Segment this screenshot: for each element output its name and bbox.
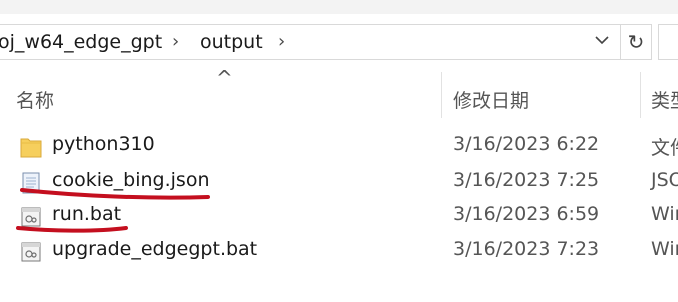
column-header-name[interactable]: 名称 [16, 86, 54, 113]
refresh-icon: ↻ [627, 30, 645, 54]
search-input[interactable] [658, 24, 678, 60]
file-name: run.bat [52, 203, 122, 225]
file-row[interactable]: run.bat 3/16/2023 6:59 Win [0, 199, 678, 233]
file-row[interactable]: python310 3/16/2023 6:22 文件 [0, 129, 678, 163]
bat-file-icon [20, 240, 42, 264]
file-name: python310 [52, 133, 155, 155]
file-date: 3/16/2023 7:25 [453, 169, 600, 191]
sort-ascending-icon: ^ [216, 66, 233, 90]
column-header-date[interactable]: 修改日期 [453, 86, 529, 113]
breadcrumb-item-output[interactable]: output [200, 31, 263, 53]
file-name: upgrade_edgegpt.bat [52, 238, 258, 260]
file-row[interactable]: upgrade_edgegpt.bat 3/16/2023 7:23 Win [0, 234, 678, 268]
folder-icon [20, 135, 42, 159]
file-date: 3/16/2023 6:59 [453, 203, 600, 225]
column-header-type[interactable]: 类型 [651, 86, 678, 113]
refresh-button[interactable]: ↻ [620, 24, 652, 60]
file-type: JSO [651, 169, 678, 191]
file-type: Win [651, 203, 678, 225]
address-history-dropdown-icon[interactable] [594, 31, 610, 54]
address-bar[interactable]: oj_w64_edge_gpt › output › [0, 24, 621, 60]
bat-file-icon [20, 205, 42, 229]
file-type: Win [651, 238, 678, 260]
json-file-icon [20, 171, 42, 195]
file-row[interactable]: cookie_bing.json 3/16/2023 7:25 JSO [0, 165, 678, 199]
file-date: 3/16/2023 6:22 [453, 133, 600, 155]
column-divider[interactable] [640, 72, 641, 118]
file-name: cookie_bing.json [52, 169, 210, 191]
window-top-strip [0, 0, 678, 14]
column-divider[interactable] [441, 72, 442, 118]
breadcrumb-item-project[interactable]: oj_w64_edge_gpt [0, 31, 162, 53]
breadcrumb-separator-icon[interactable]: › [278, 31, 285, 52]
file-type: 文件 [651, 137, 678, 159]
breadcrumb-separator-icon[interactable]: › [172, 31, 179, 52]
file-date: 3/16/2023 7:23 [453, 238, 600, 260]
